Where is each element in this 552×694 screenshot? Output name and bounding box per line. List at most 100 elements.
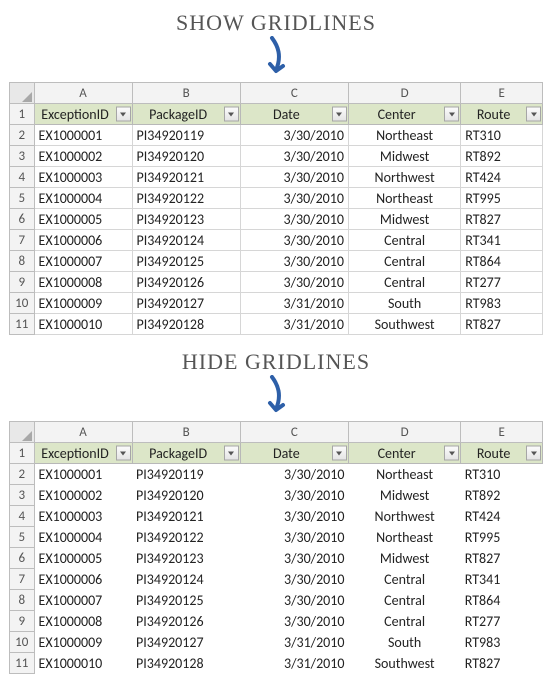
cell-packageid[interactable]: PI34920119	[132, 125, 240, 146]
cell-exceptionid[interactable]: EX1000001	[34, 464, 132, 485]
cell-exceptionid[interactable]: EX1000003	[34, 167, 132, 188]
column-header-d[interactable]: D	[348, 83, 460, 104]
cell-route[interactable]: RT827	[461, 653, 543, 674]
row-header[interactable]: 5	[10, 527, 35, 548]
cell-date[interactable]: 3/31/2010	[240, 653, 348, 674]
cell-route[interactable]: RT277	[461, 611, 543, 632]
filter-dropdown-icon[interactable]	[526, 107, 541, 122]
row-header[interactable]: 10	[10, 632, 35, 653]
cell-center[interactable]: Northeast	[348, 188, 460, 209]
cell-date[interactable]: 3/30/2010	[240, 167, 348, 188]
row-header[interactable]: 11	[10, 653, 35, 674]
cell-packageid[interactable]: PI34920121	[132, 167, 240, 188]
cell-exceptionid[interactable]: EX1000002	[34, 146, 132, 167]
cell-center[interactable]: Northwest	[348, 506, 460, 527]
row-header[interactable]: 4	[10, 506, 35, 527]
cell-route[interactable]: RT827	[461, 548, 543, 569]
column-header-e[interactable]: E	[461, 83, 543, 104]
cell-center[interactable]: Southwest	[348, 314, 460, 335]
cell-date[interactable]: 3/30/2010	[240, 527, 348, 548]
column-header-d[interactable]: D	[348, 422, 460, 443]
cell-packageid[interactable]: PI34920124	[132, 569, 240, 590]
cell-exceptionid[interactable]: EX1000004	[34, 188, 132, 209]
cell-packageid[interactable]: PI34920123	[132, 548, 240, 569]
cell-route[interactable]: RT983	[461, 632, 543, 653]
cell-date[interactable]: 3/30/2010	[240, 272, 348, 293]
row-header[interactable]: 3	[10, 146, 35, 167]
cell-date[interactable]: 3/30/2010	[240, 146, 348, 167]
cell-center[interactable]: Central	[348, 230, 460, 251]
cell-packageid[interactable]: PI34920128	[132, 653, 240, 674]
spreadsheet-show-gridlines[interactable]: ABCDE1ExceptionIDPackageIDDateCenterRout…	[9, 82, 543, 335]
table-header-date[interactable]: Date	[240, 443, 348, 464]
cell-date[interactable]: 3/30/2010	[240, 590, 348, 611]
cell-date[interactable]: 3/31/2010	[240, 293, 348, 314]
table-header-route[interactable]: Route	[461, 104, 543, 125]
cell-date[interactable]: 3/30/2010	[240, 611, 348, 632]
cell-exceptionid[interactable]: EX1000003	[34, 506, 132, 527]
select-all-corner[interactable]	[10, 422, 35, 443]
cell-date[interactable]: 3/30/2010	[240, 125, 348, 146]
cell-center[interactable]: Midwest	[348, 209, 460, 230]
row-header[interactable]: 4	[10, 167, 35, 188]
cell-date[interactable]: 3/30/2010	[240, 188, 348, 209]
cell-route[interactable]: RT892	[461, 485, 543, 506]
filter-dropdown-icon[interactable]	[332, 107, 347, 122]
table-header-exception[interactable]: ExceptionID	[34, 104, 132, 125]
filter-dropdown-icon[interactable]	[224, 107, 239, 122]
cell-packageid[interactable]: PI34920125	[132, 251, 240, 272]
cell-exceptionid[interactable]: EX1000010	[34, 653, 132, 674]
filter-dropdown-icon[interactable]	[444, 446, 459, 461]
cell-exceptionid[interactable]: EX1000010	[34, 314, 132, 335]
filter-dropdown-icon[interactable]	[224, 446, 239, 461]
cell-center[interactable]: Central	[348, 611, 460, 632]
row-header[interactable]: 8	[10, 590, 35, 611]
filter-dropdown-icon[interactable]	[332, 446, 347, 461]
column-header-b[interactable]: B	[132, 422, 240, 443]
row-header[interactable]: 9	[10, 611, 35, 632]
cell-date[interactable]: 3/30/2010	[240, 464, 348, 485]
cell-route[interactable]: RT341	[461, 230, 543, 251]
cell-packageid[interactable]: PI34920124	[132, 230, 240, 251]
table-header-exception[interactable]: ExceptionID	[34, 443, 132, 464]
cell-date[interactable]: 3/30/2010	[240, 548, 348, 569]
cell-exceptionid[interactable]: EX1000009	[34, 293, 132, 314]
cell-center[interactable]: Northeast	[348, 125, 460, 146]
cell-center[interactable]: Midwest	[348, 146, 460, 167]
row-header[interactable]: 9	[10, 272, 35, 293]
row-header[interactable]: 2	[10, 125, 35, 146]
cell-center[interactable]: Midwest	[348, 548, 460, 569]
cell-date[interactable]: 3/30/2010	[240, 506, 348, 527]
cell-packageid[interactable]: PI34920120	[132, 485, 240, 506]
table-header-date[interactable]: Date	[240, 104, 348, 125]
cell-center[interactable]: Northwest	[348, 167, 460, 188]
cell-center[interactable]: Northeast	[348, 527, 460, 548]
row-header[interactable]: 6	[10, 209, 35, 230]
row-header[interactable]: 8	[10, 251, 35, 272]
row-header[interactable]: 5	[10, 188, 35, 209]
cell-center[interactable]: Southwest	[348, 653, 460, 674]
filter-dropdown-icon[interactable]	[526, 446, 541, 461]
row-header[interactable]: 7	[10, 230, 35, 251]
cell-center[interactable]: South	[348, 293, 460, 314]
row-header[interactable]: 1	[10, 443, 35, 464]
row-header[interactable]: 3	[10, 485, 35, 506]
row-header[interactable]: 1	[10, 104, 35, 125]
filter-dropdown-icon[interactable]	[444, 107, 459, 122]
cell-route[interactable]: RT864	[461, 251, 543, 272]
cell-center[interactable]: Central	[348, 272, 460, 293]
cell-exceptionid[interactable]: EX1000004	[34, 527, 132, 548]
column-header-b[interactable]: B	[132, 83, 240, 104]
table-header-route[interactable]: Route	[461, 443, 543, 464]
cell-exceptionid[interactable]: EX1000006	[34, 569, 132, 590]
cell-exceptionid[interactable]: EX1000006	[34, 230, 132, 251]
cell-route[interactable]: RT424	[461, 506, 543, 527]
cell-route[interactable]: RT827	[461, 314, 543, 335]
cell-date[interactable]: 3/31/2010	[240, 632, 348, 653]
row-header[interactable]: 2	[10, 464, 35, 485]
table-header-center[interactable]: Center	[348, 104, 460, 125]
row-header[interactable]: 10	[10, 293, 35, 314]
cell-date[interactable]: 3/30/2010	[240, 251, 348, 272]
cell-route[interactable]: RT827	[461, 209, 543, 230]
cell-exceptionid[interactable]: EX1000002	[34, 485, 132, 506]
